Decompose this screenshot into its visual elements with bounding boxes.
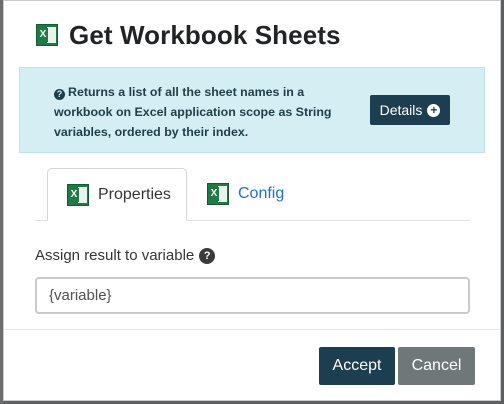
excel-icon: X (207, 183, 229, 205)
excel-icon: X (67, 183, 89, 206)
details-button[interactable]: Details + (370, 95, 450, 125)
info-description: ? Returns a list of all the sheet names i… (54, 82, 340, 142)
info-text: Returns a list of all the sheet names in… (54, 85, 332, 139)
excel-icon: X (36, 24, 58, 46)
field-label-row: Assign result to variable ? (35, 247, 216, 264)
dialog-header: X Get Workbook Sheets (36, 19, 341, 51)
accept-button[interactable]: Accept (319, 347, 395, 385)
variable-input[interactable] (35, 277, 470, 314)
info-panel: ? Returns a list of all the sheet names i… (19, 67, 485, 153)
help-icon[interactable]: ? (199, 247, 216, 264)
cancel-button[interactable]: Cancel (398, 347, 475, 385)
tab-properties[interactable]: X Properties (47, 168, 187, 221)
get-workbook-sheets-dialog: X Get Workbook Sheets ? Returns a list of… (3, 0, 501, 401)
tab-properties-label: Properties (98, 185, 171, 203)
field-label: Assign result to variable (35, 247, 195, 264)
tab-bar: X Properties X Config (35, 168, 470, 221)
details-label: Details (379, 102, 423, 118)
tab-config[interactable]: X Config (207, 168, 284, 220)
question-circle-icon: ? (54, 89, 65, 100)
dialog-title: Get Workbook Sheets (69, 19, 341, 50)
tab-config-label: Config (238, 185, 285, 202)
footer-divider (4, 329, 500, 330)
plus-circle-icon: + (427, 103, 441, 117)
